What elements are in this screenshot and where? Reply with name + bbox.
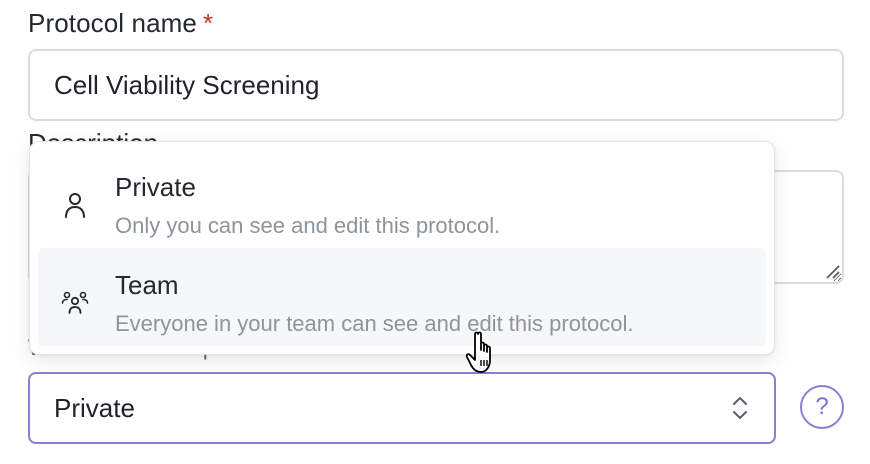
chevron-up-down-icon [733, 397, 747, 419]
required-marker: * [202, 8, 214, 38]
option-team-title: Team [115, 270, 179, 300]
protocol-name-label-text: Protocol name [28, 8, 197, 38]
resize-grip-icon[interactable] [824, 263, 840, 279]
person-icon [65, 193, 85, 218]
option-private[interactable]: Private Only you can see and edit this p… [38, 150, 766, 248]
visibility-select-value: Private [54, 392, 135, 423]
help-icon: ? [815, 393, 829, 420]
protocol-name-label: Protocol name * [28, 8, 213, 39]
team-icon [61, 291, 89, 314]
option-team[interactable]: Team Everyone in your team can see and e… [38, 248, 766, 346]
option-private-title: Private [115, 172, 196, 202]
help-button[interactable]: ? [800, 385, 844, 429]
visibility-dropdown-menu: Private Only you can see and edit this p… [29, 141, 775, 355]
option-private-description: Only you can see and edit this protocol. [115, 213, 501, 238]
protocol-name-input[interactable] [28, 49, 844, 121]
option-team-description: Everyone in your team can see and edit t… [115, 311, 634, 336]
visibility-select[interactable]: Private [28, 372, 776, 444]
